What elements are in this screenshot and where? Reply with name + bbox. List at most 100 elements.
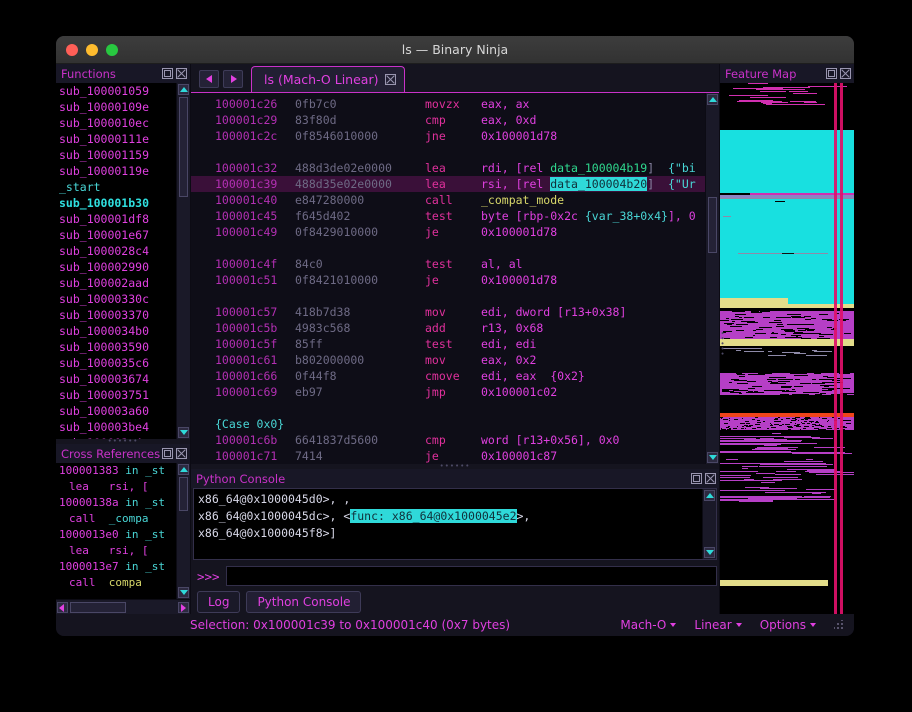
feature-map-canvas[interactable]: •••••	[720, 83, 854, 614]
xref-row[interactable]: 1000013e7 in _st	[59, 559, 176, 575]
feature-map-band	[724, 423, 727, 424]
nav-back-button[interactable]	[199, 70, 219, 88]
function-list-item[interactable]: sub_1000028c4	[59, 243, 176, 259]
function-list-item[interactable]: sub_100003c4e	[59, 435, 176, 439]
function-list-item[interactable]: sub_100001059	[59, 83, 176, 99]
hscrollbar-thumb[interactable]	[70, 601, 126, 613]
xref-row[interactable]: 10000138a in _st	[59, 495, 176, 511]
scroll-left-icon[interactable]	[57, 601, 68, 613]
left-dock: Functions sub_100001059 sub_10000109e sub_…	[56, 64, 191, 614]
disassembly-line[interactable]: 100001c51 0f8421010000 je 0x100001d78	[191, 272, 705, 288]
function-list-item[interactable]: sub_100001159	[59, 147, 176, 163]
disassembly-line[interactable]: 100001c39 488d35e02e0000 lea rsi, [rel data…	[191, 176, 705, 192]
scrollbar-thumb[interactable]	[179, 477, 188, 511]
function-list-item[interactable]: sub_10000111e	[59, 131, 176, 147]
scrollbar-thumb[interactable]	[708, 197, 717, 253]
console-scrollbar[interactable]	[702, 489, 716, 559]
close-icon[interactable]	[176, 68, 187, 79]
function-list-item[interactable]: sub_10000330c	[59, 291, 176, 307]
function-list-item[interactable]: sub_100001e67	[59, 227, 176, 243]
scroll-up-icon[interactable]	[704, 490, 715, 501]
disassembly-line[interactable]: 100001c49 0f8429010000 je 0x100001d78	[191, 224, 705, 240]
feature-map-band	[776, 471, 796, 472]
detach-icon[interactable]	[162, 448, 173, 459]
scroll-down-icon[interactable]	[178, 427, 189, 438]
disassembly-line[interactable]: 100001c45 f645d402 test byte [rbp-0x2c {var…	[191, 208, 705, 224]
feature-map-band	[755, 448, 788, 449]
disassembly-line[interactable]: 100001c5b 4983c568 add r13, 0x68	[191, 320, 705, 336]
disassembly-line[interactable]: 100001c2c 0f8546010000 jne 0x100001d78	[191, 128, 705, 144]
disassembly-line[interactable]: 100001c32 488d3de02e0000 lea rdi, [rel data…	[191, 160, 705, 176]
close-icon[interactable]	[705, 473, 716, 484]
function-list-item[interactable]: sub_100002990	[59, 259, 176, 275]
hscrollbar-track[interactable]	[68, 601, 178, 613]
disassembly-line[interactable]: 100001c71 7414 je 0x100001c87	[191, 448, 705, 464]
scroll-down-icon[interactable]	[178, 587, 189, 598]
detach-icon[interactable]	[162, 68, 173, 79]
nav-forward-button[interactable]	[223, 70, 243, 88]
xrefs-list[interactable]: 100001383 in _st lea rsi, [10000138a in _…	[56, 463, 176, 599]
functions-list[interactable]: sub_100001059 sub_10000109e sub_1000010ec s…	[56, 83, 176, 439]
feature-map-band	[792, 389, 795, 390]
function-list-item[interactable]: sub_10000109e	[59, 99, 176, 115]
function-list-item[interactable]: sub_100003a60	[59, 403, 176, 419]
disassembly-line[interactable]: 100001c61 b802000000 mov eax, 0x2	[191, 352, 705, 368]
function-list-item[interactable]: sub_10000119e	[59, 163, 176, 179]
function-list-item[interactable]: sub_100003590	[59, 339, 176, 355]
tab-log[interactable]: Log	[197, 591, 241, 613]
xref-row[interactable]: call compa	[59, 575, 176, 591]
disassembly-line[interactable]: 100001c69 eb97 jmp 0x100001c02	[191, 384, 705, 400]
function-list-item[interactable]: sub_100003be4	[59, 419, 176, 435]
scrollbar-thumb[interactable]	[179, 97, 188, 197]
scroll-down-icon[interactable]	[704, 547, 715, 558]
disassembly-line[interactable]: 100001c57 418b7d38 mov edi, dword [r13+0x38…	[191, 304, 705, 320]
disassembly-line[interactable]: 100001c40 e847280000 call _compat_mode	[191, 192, 705, 208]
xref-row[interactable]: 100001383 in _st	[59, 463, 176, 479]
functions-scrollbar[interactable]	[176, 83, 190, 439]
detach-icon[interactable]	[826, 68, 837, 79]
tab-ls-macho-linear[interactable]: ls (Mach-O Linear)	[251, 66, 406, 92]
scroll-up-icon[interactable]	[178, 84, 189, 95]
status-viewmode-dropdown[interactable]: Linear	[694, 618, 742, 632]
tab-python-console[interactable]: Python Console	[246, 591, 362, 613]
status-options-dropdown[interactable]: Options	[760, 618, 816, 632]
disassembly-line[interactable]: 100001c4f 84c0 test al, al	[191, 256, 705, 272]
resize-grip-icon[interactable]	[834, 620, 844, 630]
disassembly-line[interactable]: 100001c66 0f44f8 cmove edi, eax {0x2}	[191, 368, 705, 384]
function-list-item[interactable]: sub_100002aad	[59, 275, 176, 291]
function-list-item[interactable]: sub_100003674	[59, 371, 176, 387]
disassembly-scrollbar[interactable]	[705, 93, 719, 464]
close-icon[interactable]	[176, 448, 187, 459]
function-list-item[interactable]: sub_100003370	[59, 307, 176, 323]
status-format-dropdown[interactable]: Mach-O	[620, 618, 677, 632]
disassembly-line[interactable]: 100001c26 0fb7c0 movzx eax, ax	[191, 96, 705, 112]
scroll-up-icon[interactable]	[178, 464, 189, 475]
function-list-item[interactable]: sub_100003751	[59, 387, 176, 403]
function-list-item[interactable]: sub_1000034b0	[59, 323, 176, 339]
close-icon[interactable]	[840, 68, 851, 79]
xref-row[interactable]: lea rsi, [	[59, 479, 176, 495]
function-list-item[interactable]: _start	[59, 179, 176, 195]
console-output[interactable]: x86_64@0x1000045d0>, , x86_64@0x1000045d…	[194, 489, 702, 559]
xrefs-scrollbar[interactable]	[176, 463, 190, 599]
function-list-item[interactable]: sub_1000010ec	[59, 115, 176, 131]
disassembly-line[interactable]: 100001c29 83f80d cmp eax, 0xd	[191, 112, 705, 128]
tab-close-icon[interactable]	[385, 74, 397, 85]
xrefs-hscrollbar[interactable]	[56, 599, 190, 614]
disassembly-line[interactable]: 100001c5f 85ff test edi, edi	[191, 336, 705, 352]
console-input[interactable]	[225, 566, 717, 586]
scroll-down-icon[interactable]	[707, 452, 718, 463]
function-list-item[interactable]: sub_100001df8	[59, 211, 176, 227]
xref-row[interactable]: call _compa	[59, 511, 176, 527]
scroll-right-icon[interactable]	[178, 601, 189, 613]
scroll-up-icon[interactable]	[707, 94, 718, 105]
function-list-item[interactable]: sub_100001b30	[59, 195, 176, 211]
detach-icon[interactable]	[691, 473, 702, 484]
feature-map-band	[797, 328, 802, 329]
function-list-item[interactable]: sub_1000035c6	[59, 355, 176, 371]
disassembly-view[interactable]: 100001c26 0fb7c0 movzx eax, ax 100001c29 83f8…	[191, 93, 705, 464]
feature-map-band	[757, 422, 761, 423]
disassembly-line[interactable]: 100001c6b 6641837d5600 cmp word [r13+0x56],…	[191, 432, 705, 448]
xref-row[interactable]: lea rsi, [	[59, 543, 176, 559]
xref-row[interactable]: 1000013e0 in _st	[59, 527, 176, 543]
